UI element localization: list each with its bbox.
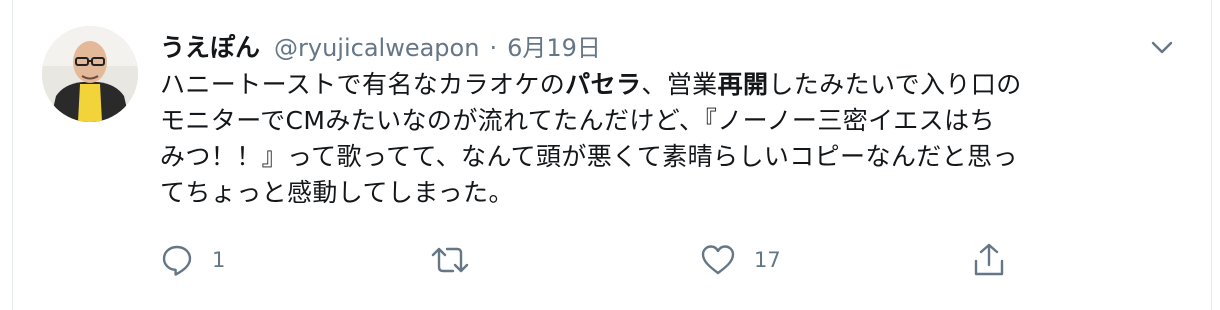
display-name[interactable]: うえぽん [160, 28, 260, 64]
avatar[interactable] [42, 26, 138, 122]
text-segment: 、営業 [641, 70, 718, 99]
user-handle[interactable]: @ryujicalweapon [274, 34, 479, 62]
tweet-text-line-4: てちょっと感動してしまった。 [160, 178, 514, 207]
reply-button[interactable]: 1 [160, 240, 225, 280]
reply-count: 1 [212, 248, 226, 272]
tweet-text-line-3: みつ！！』って歌ってて、なんて頭が悪くて素晴らしいコピーなんだと思っ [160, 142, 1018, 171]
tweet-text: ハニートーストで有名なカラオケのパセラ、営業再開したみたいで入り口の モニターで… [160, 67, 1190, 211]
heart-icon [701, 245, 735, 275]
tweet-header: うえぽん @ryujicalweapon · 6月19日 [160, 28, 601, 64]
share-button[interactable] [972, 240, 1024, 280]
reply-icon [162, 245, 192, 276]
text-segment: ハニートーストで有名なカラオケの [160, 70, 566, 99]
retweet-icon [431, 247, 469, 273]
tweet-text-line-1: ハニートーストで有名なカラオケのパセラ、営業再開したみたいで入り口の [160, 67, 1190, 103]
retweet-button[interactable] [430, 240, 488, 280]
share-icon [974, 243, 1004, 276]
separator-dot: · [489, 34, 498, 62]
like-count: 17 [754, 248, 781, 272]
text-segment: したみたいで入り口の [768, 70, 1022, 99]
tweet-date[interactable]: 6月19日 [507, 28, 601, 63]
tweet-text-line-2: モニターでCMみたいなのが流れてたんだけど、『ノーノー三密イエスはち [160, 106, 995, 135]
text-bold-segment: パセラ [565, 70, 642, 99]
avatar-image [42, 26, 138, 122]
like-button[interactable]: 17 [700, 240, 781, 280]
chevron-down-icon [1151, 41, 1173, 54]
more-options-button[interactable] [1150, 36, 1174, 60]
text-bold-segment: 再開 [717, 70, 769, 99]
tweet-actions: 1 17 [0, 240, 1220, 280]
